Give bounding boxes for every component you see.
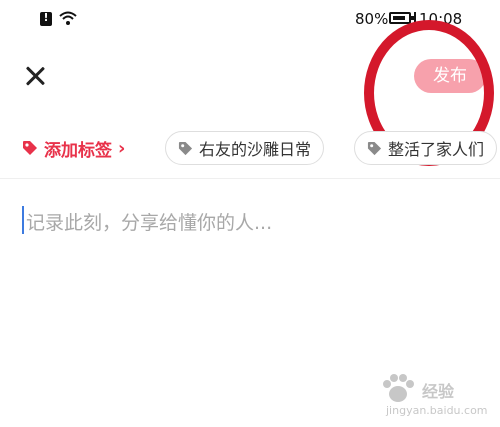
watermark-url: jingyan.baidu.com — [386, 404, 488, 417]
divider — [0, 178, 500, 179]
post-text-placeholder: 记录此刻，分享给懂你的人... — [26, 212, 273, 234]
add-tag-label: 添加标签 — [44, 140, 112, 161]
status-separator — [414, 12, 416, 26]
post-text-input[interactable]: 记录此刻，分享给懂你的人... — [22, 204, 482, 244]
status-time: 10:08 — [419, 10, 463, 28]
tag-icon — [23, 141, 37, 155]
watermark-text: 经验 — [422, 382, 455, 401]
text-caret — [22, 206, 24, 234]
battery-icon — [389, 12, 414, 24]
chevron-right-icon: › — [118, 137, 126, 159]
tag-chip[interactable]: 右友的沙雕日常 — [165, 131, 325, 165]
tag-icon — [178, 141, 193, 155]
status-bar: 80% 10:08 — [0, 0, 500, 36]
close-button[interactable] — [22, 63, 48, 89]
tag-bar: 添加标签 › 右友的沙雕日常 整活了家人们 — [0, 126, 500, 170]
tag-chip[interactable]: 整活了家人们 — [354, 131, 498, 165]
sim-alert-icon — [40, 11, 52, 26]
tag-chip-label: 右友的沙雕日常 — [199, 140, 312, 159]
paw-logo-icon — [383, 374, 414, 402]
publish-button[interactable]: 发布 — [414, 59, 486, 93]
tag-icon — [367, 141, 382, 155]
watermark: 经验 jingyan.baidu.com — [368, 370, 496, 426]
add-tag-button[interactable]: 添加标签 › — [22, 133, 125, 163]
wifi-icon — [59, 11, 77, 25]
battery-percent: 80% — [355, 10, 389, 28]
tag-chip-label: 整活了家人们 — [388, 140, 485, 159]
